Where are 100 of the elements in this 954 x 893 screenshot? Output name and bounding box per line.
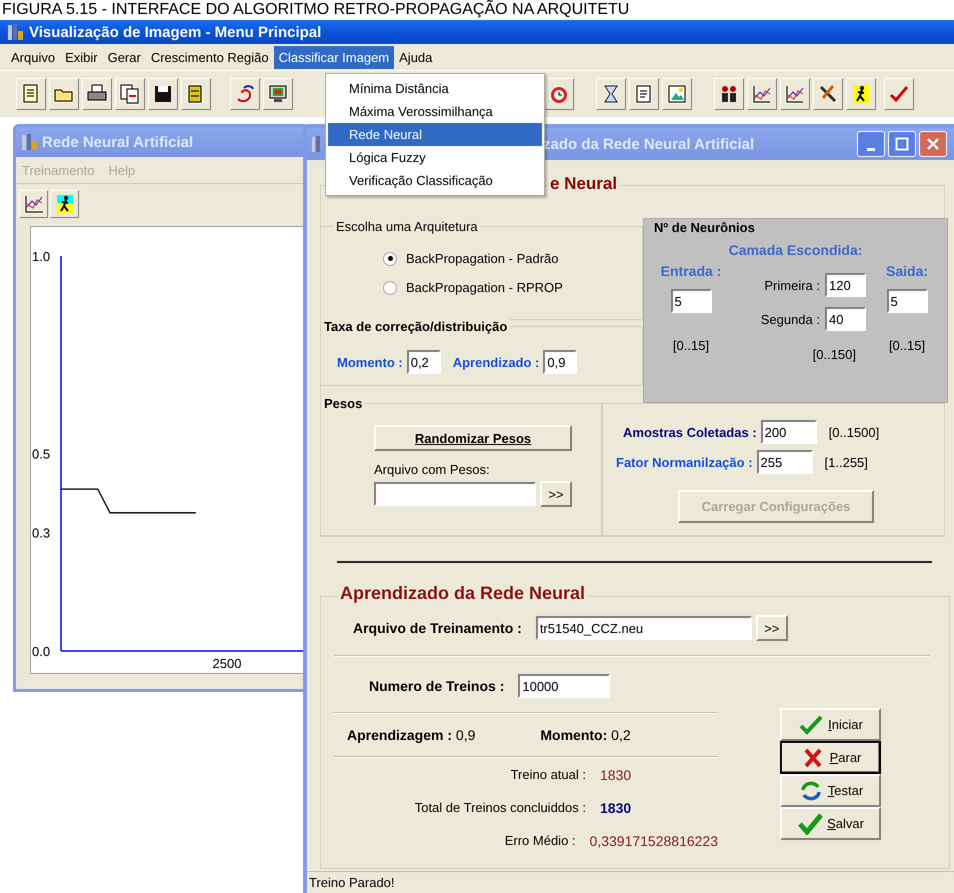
momentum-text: Momento: 0,2 <box>540 727 631 743</box>
input-field[interactable]: 255 <box>756 450 813 474</box>
field-label: Segunda : <box>760 312 820 326</box>
menu-item[interactable]: Rede Neural <box>328 123 542 146</box>
input-field[interactable]: 120 <box>825 273 866 297</box>
menu-item[interactable]: Mínima Distância <box>328 77 542 100</box>
chart-icon <box>784 83 806 105</box>
app-icon <box>20 133 38 151</box>
toolbar-button[interactable] <box>813 78 843 110</box>
toolbar-button[interactable] <box>629 78 659 110</box>
toolbar-button[interactable] <box>780 78 810 110</box>
menu-item[interactable]: Máxima Verossimilhança <box>328 100 542 123</box>
browse-button[interactable]: >> <box>540 481 572 507</box>
toolbar-button[interactable] <box>263 78 293 110</box>
range-text: [0..1500] <box>828 424 880 440</box>
browse-button[interactable]: >> <box>756 615 788 641</box>
checkmark-icon <box>888 83 910 105</box>
field-label: Aprendizado : <box>452 354 540 370</box>
close-icon <box>926 137 940 151</box>
input-field[interactable]: 0,2 <box>406 350 441 374</box>
window-title: Rede Neural Artificial <box>42 134 194 150</box>
input-field[interactable] <box>374 482 536 506</box>
group-title: e Neural <box>547 175 620 192</box>
chart-icon <box>751 83 773 105</box>
axis-label: 1.0 <box>32 249 50 264</box>
field-label: Arquivo de Treinamento : <box>353 620 522 636</box>
layer-label: Camada Escondida: <box>728 242 862 258</box>
toolbar-button[interactable] <box>148 78 178 110</box>
checkmark-icon <box>798 714 824 736</box>
runner-icon <box>54 194 74 214</box>
maximize-icon <box>895 137 909 151</box>
randomize-button[interactable]: Randomizar Pesos <box>374 425 572 451</box>
input-field[interactable]: tr51540_CCZ.neu <box>536 616 752 640</box>
stat-value: 1830 <box>600 800 632 816</box>
checkmark-icon <box>797 812 824 834</box>
range-text: [0..15] <box>672 338 710 353</box>
menu-item[interactable]: Exibir <box>60 46 103 68</box>
image-icon <box>666 83 688 105</box>
toolbar-button[interactable] <box>596 78 626 110</box>
field-label: Numero de Treinos : <box>369 678 504 694</box>
radio-button[interactable] <box>383 280 397 294</box>
stat-label: Total de Treinos concluiddos : <box>414 800 586 815</box>
app-icon <box>6 23 24 41</box>
menu-item[interactable]: Ajuda <box>394 46 438 68</box>
axis-label: 0.5 <box>32 446 50 462</box>
toolbar-button[interactable] <box>50 190 79 218</box>
input-field[interactable]: 5 <box>886 289 928 313</box>
toolbar-button[interactable] <box>662 78 692 110</box>
axis-label: 2500 <box>212 656 242 671</box>
close-button[interactable] <box>919 131 947 157</box>
menu-item[interactable]: Lógica Fuzzy <box>328 146 542 169</box>
menu-item[interactable]: Verificação Classificação <box>328 169 542 192</box>
layer-label: Saida: <box>886 263 928 279</box>
field-label: Primeira : <box>764 278 820 292</box>
field-label: Momento : <box>337 354 403 370</box>
toolbar-button[interactable] <box>846 78 876 110</box>
input-field[interactable]: 200 <box>760 420 817 444</box>
minimize-button[interactable] <box>857 131 885 157</box>
group-title: Taxa de correção/distribuição <box>321 318 510 335</box>
action-button[interactable]: Parar <box>780 741 881 774</box>
toolbar-button[interactable] <box>115 78 145 110</box>
radio-label: BackPropagation - RPROP <box>406 280 563 295</box>
minimize-icon <box>867 148 875 150</box>
figure-caption: FIGURA 5.15 - INTERFACE DO ALGORITMO RETRO-PROPAGAÇÃO NA ARQUITETU <box>1 0 630 20</box>
field-label: Fator Normanilzação : <box>616 454 753 470</box>
monitor-icon <box>267 83 289 105</box>
toolbar-button[interactable] <box>16 78 46 110</box>
menu-item[interactable]: Classificar Imagem <box>274 46 394 68</box>
window-title: Visualização de Imagem - Menu Principal <box>29 24 322 40</box>
window-title: zado da Rede Neural Artificial <box>543 136 754 152</box>
toolbar-button[interactable] <box>82 78 112 110</box>
field-label: Arquivo com Pesos: <box>374 462 491 477</box>
documents-icon <box>119 83 141 105</box>
radio-button[interactable] <box>383 252 397 266</box>
axis-label: 0.0 <box>32 644 50 659</box>
menu-item[interactable]: Arquivo <box>6 46 60 68</box>
menu-item[interactable]: Gerar <box>102 46 146 68</box>
menu-item[interactable]: Crescimento Região <box>146 46 274 68</box>
input-field[interactable]: 40 <box>825 307 866 331</box>
toolbar-button[interactable] <box>49 78 79 110</box>
input-field[interactable]: 10000 <box>518 674 610 698</box>
toolbar-button[interactable] <box>19 190 48 218</box>
chart-icon <box>22 194 44 214</box>
runner-icon <box>850 83 872 105</box>
status-text: Treino Parado! <box>309 875 395 890</box>
learning-rate-text: Aprendizagem : 0,9 <box>347 727 476 743</box>
maximize-button[interactable] <box>888 131 916 157</box>
field-label: Amostras Coletadas : <box>623 424 757 440</box>
input-field[interactable]: 5 <box>670 289 712 313</box>
toolbar-button[interactable] <box>747 78 777 110</box>
stat-value: 0,339171528816223 <box>590 832 718 848</box>
action-button[interactable]: Testar <box>780 774 881 807</box>
action-button[interactable]: Iniciar <box>780 708 881 741</box>
axis-label: 0.3 <box>32 526 50 540</box>
toolbar-button[interactable] <box>181 78 211 110</box>
toolbar-button[interactable] <box>714 78 744 110</box>
action-button[interactable]: Salvar <box>780 807 881 840</box>
range-text: [0..15] <box>888 338 926 353</box>
panel-title: Nº de Neurônios <box>653 219 756 235</box>
input-field[interactable]: 0,9 <box>543 350 578 374</box>
